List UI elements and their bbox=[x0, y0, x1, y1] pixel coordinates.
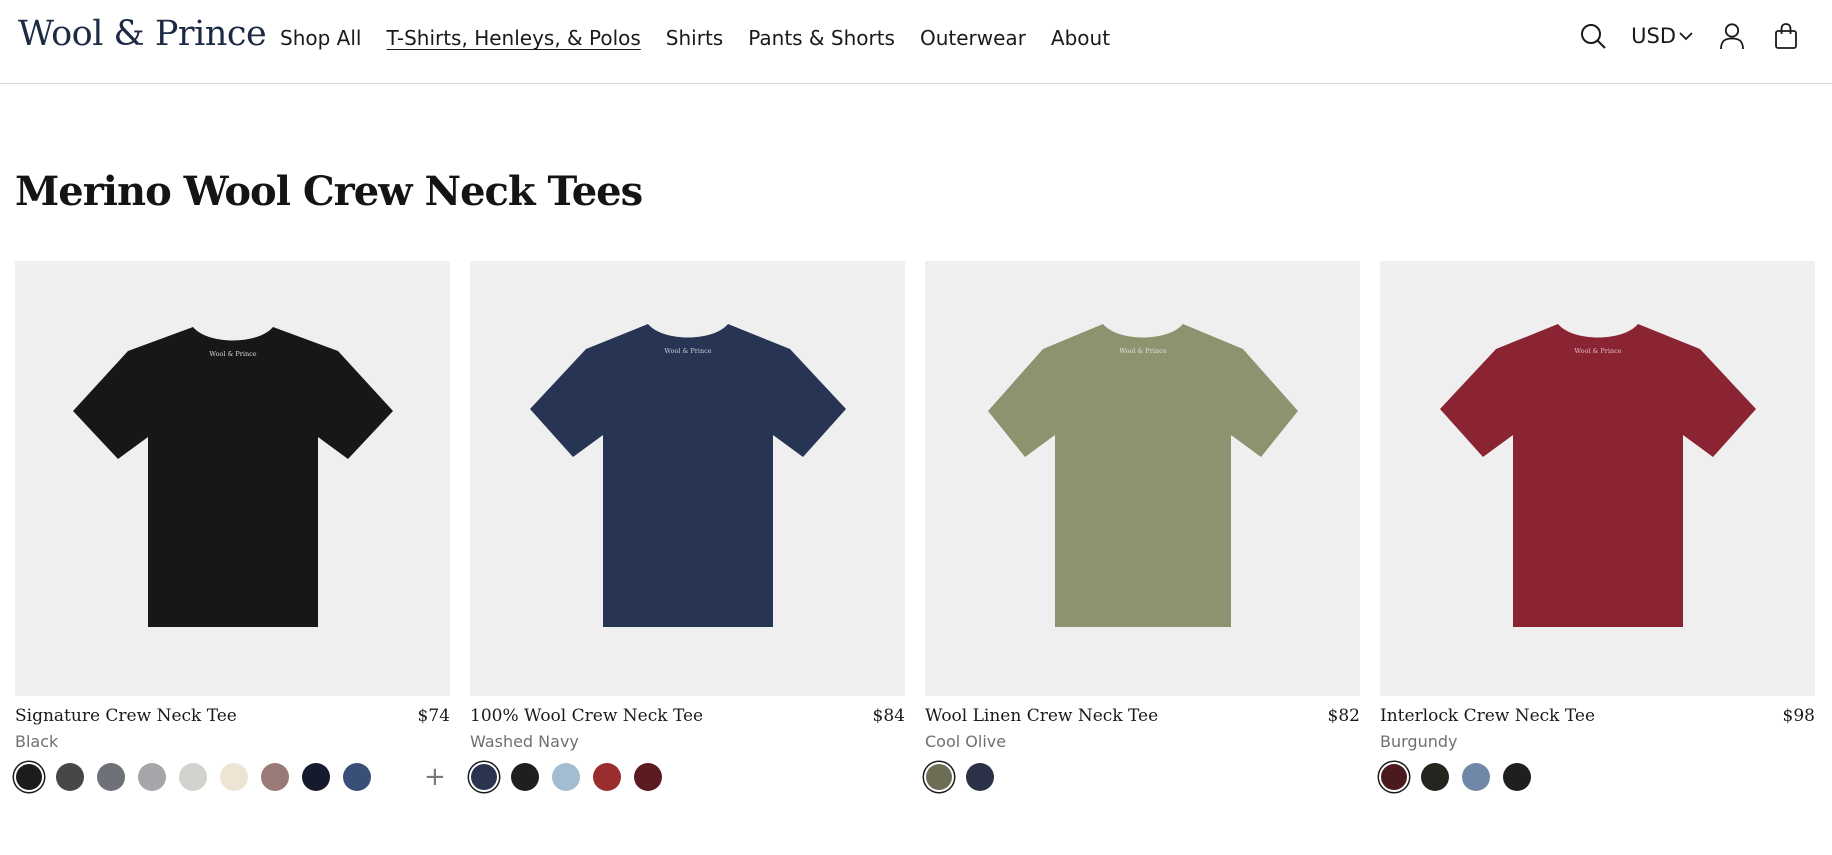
nav-item-about[interactable]: About bbox=[1051, 26, 1110, 50]
color-swatch[interactable] bbox=[926, 764, 952, 790]
color-swatch[interactable] bbox=[1462, 763, 1490, 791]
page-title: Merino Wool Crew Neck Tees bbox=[15, 168, 643, 215]
nav-item-outerwear[interactable]: Outerwear bbox=[920, 26, 1026, 50]
product-card: Wool & Prince 100% Wool Crew Neck Tee $8… bbox=[470, 261, 905, 791]
product-price: $84 bbox=[872, 706, 905, 726]
currency-selector[interactable]: USD bbox=[1631, 24, 1694, 48]
chevron-down-icon bbox=[1679, 32, 1693, 41]
product-info: Wool Linen Crew Neck Tee $82 bbox=[925, 706, 1360, 726]
svg-text:Wool & Prince: Wool & Prince bbox=[209, 350, 256, 358]
product-name[interactable]: Wool Linen Crew Neck Tee bbox=[925, 706, 1158, 726]
color-swatch[interactable] bbox=[56, 763, 84, 791]
tshirt-image: Wool & Prince bbox=[1439, 323, 1756, 627]
color-swatch[interactable] bbox=[138, 763, 166, 791]
product-image[interactable]: Wool & Prince bbox=[15, 261, 450, 696]
tshirt-image: Wool & Prince bbox=[987, 323, 1298, 627]
product-name[interactable]: 100% Wool Crew Neck Tee bbox=[470, 706, 703, 726]
color-swatches bbox=[925, 763, 1360, 791]
nav-item-pants-shorts[interactable]: Pants & Shorts bbox=[748, 26, 895, 50]
search-icon[interactable] bbox=[1577, 20, 1609, 52]
product-card: Wool & Prince Signature Crew Neck Tee $7… bbox=[15, 261, 450, 791]
color-swatch[interactable] bbox=[302, 763, 330, 791]
product-info: Signature Crew Neck Tee $74 bbox=[15, 706, 450, 726]
tshirt-image: Wool & Prince bbox=[529, 323, 846, 627]
svg-text:Wool & Prince: Wool & Prince bbox=[1119, 347, 1166, 355]
color-swatch[interactable] bbox=[97, 763, 125, 791]
color-swatches bbox=[470, 763, 905, 791]
nav-item-shirts[interactable]: Shirts bbox=[666, 26, 723, 50]
site-logo[interactable]: Wool & Prince bbox=[18, 14, 267, 54]
site-header: Wool & Prince Shop All T-Shirts, Henleys… bbox=[0, 0, 1832, 84]
color-swatches bbox=[1380, 763, 1815, 791]
product-image[interactable]: Wool & Prince bbox=[1380, 261, 1815, 696]
product-color-name: Washed Navy bbox=[470, 732, 579, 751]
svg-text:Wool & Prince: Wool & Prince bbox=[664, 347, 711, 355]
color-swatch[interactable] bbox=[966, 763, 994, 791]
color-swatch[interactable] bbox=[1421, 763, 1449, 791]
nav-item-shop-all[interactable]: Shop All bbox=[280, 26, 361, 50]
color-swatch[interactable] bbox=[471, 764, 497, 790]
product-price: $74 bbox=[417, 706, 450, 726]
color-swatch[interactable] bbox=[634, 763, 662, 791]
product-card: Wool & Prince Wool Linen Crew Neck Tee $… bbox=[925, 261, 1360, 791]
product-name[interactable]: Signature Crew Neck Tee bbox=[15, 706, 237, 726]
product-price: $82 bbox=[1327, 706, 1360, 726]
product-card: Wool & Prince Interlock Crew Neck Tee $9… bbox=[1380, 261, 1815, 791]
product-price: $98 bbox=[1782, 706, 1815, 726]
product-name[interactable]: Interlock Crew Neck Tee bbox=[1380, 706, 1595, 726]
color-swatch[interactable] bbox=[511, 763, 539, 791]
svg-text:Wool & Prince: Wool & Prince bbox=[1574, 347, 1621, 355]
product-color-name: Black bbox=[15, 732, 59, 751]
color-swatch[interactable] bbox=[179, 763, 207, 791]
color-swatch[interactable] bbox=[552, 763, 580, 791]
color-swatch[interactable] bbox=[220, 763, 248, 791]
color-swatch[interactable] bbox=[1503, 763, 1531, 791]
shopping-bag-icon[interactable] bbox=[1770, 20, 1802, 52]
color-swatch[interactable] bbox=[593, 763, 621, 791]
color-swatches: + bbox=[15, 763, 450, 791]
product-image[interactable]: Wool & Prince bbox=[925, 261, 1360, 696]
product-info: 100% Wool Crew Neck Tee $84 bbox=[470, 706, 905, 726]
header-actions: USD bbox=[1577, 20, 1802, 52]
product-color-name: Cool Olive bbox=[925, 732, 1007, 751]
color-swatch[interactable] bbox=[261, 763, 289, 791]
currency-label: USD bbox=[1631, 24, 1676, 48]
account-icon[interactable] bbox=[1716, 20, 1748, 52]
more-colors-button[interactable]: + bbox=[424, 763, 446, 791]
product-grid: Wool & Prince Signature Crew Neck Tee $7… bbox=[15, 261, 1815, 791]
color-swatch[interactable] bbox=[343, 763, 371, 791]
nav-item-tshirts-henleys-polos[interactable]: T-Shirts, Henleys, & Polos bbox=[386, 26, 640, 50]
color-swatch[interactable] bbox=[1381, 764, 1407, 790]
color-swatch[interactable] bbox=[16, 764, 42, 790]
product-info: Interlock Crew Neck Tee $98 bbox=[1380, 706, 1815, 726]
main-nav: Shop All T-Shirts, Henleys, & Polos Shir… bbox=[280, 26, 1110, 50]
product-color-name: Burgundy bbox=[1380, 732, 1458, 751]
tshirt-image: Wool & Prince bbox=[72, 326, 393, 627]
product-image[interactable]: Wool & Prince bbox=[470, 261, 905, 696]
